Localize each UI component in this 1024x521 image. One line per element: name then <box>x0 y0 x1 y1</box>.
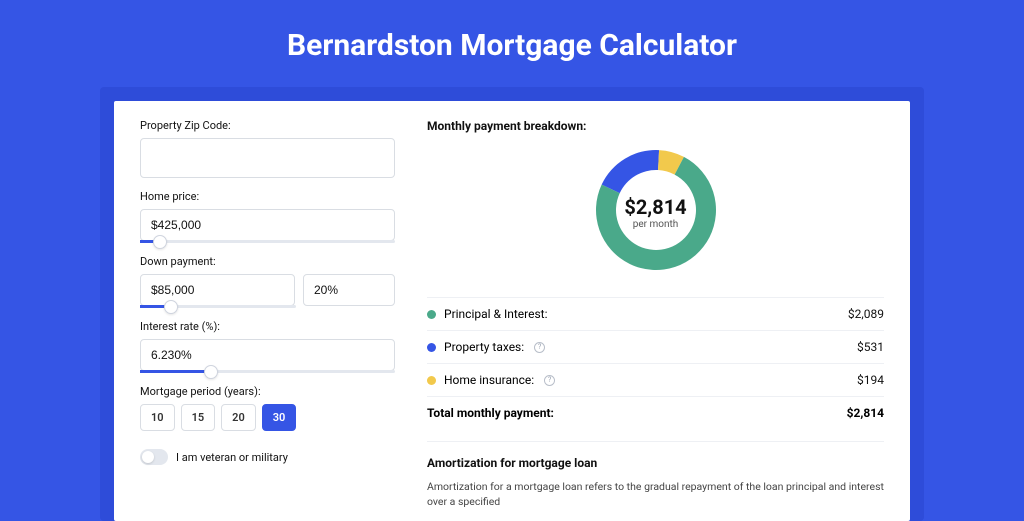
amortization-heading: Amortization for mortgage loan <box>427 456 884 470</box>
total-row: Total monthly payment: $2,814 <box>427 396 884 429</box>
interest-rate-label: Interest rate (%): <box>140 320 395 333</box>
interest-rate-field: Interest rate (%): <box>140 320 395 373</box>
home-price-field: Home price: <box>140 190 395 243</box>
mortgage-period-field: Mortgage period (years): 10152030 <box>140 385 395 431</box>
zip-label: Property Zip Code: <box>140 119 395 132</box>
info-icon[interactable]: ? <box>534 342 545 353</box>
mortgage-period-label: Mortgage period (years): <box>140 385 395 398</box>
legend-label: Property taxes: <box>444 340 524 354</box>
form-panel: Property Zip Code: Home price: Down paym… <box>140 119 395 521</box>
legend-dot-icon <box>427 376 436 385</box>
down-payment-input[interactable] <box>140 274 295 306</box>
mortgage-period-options: 10152030 <box>140 404 395 431</box>
total-label: Total monthly payment: <box>427 406 554 420</box>
down-payment-field: Down payment: <box>140 255 395 308</box>
period-option-10[interactable]: 10 <box>140 404 175 431</box>
breakdown-heading: Monthly payment breakdown: <box>427 119 884 133</box>
donut-chart: $2,814 per month <box>591 145 721 279</box>
legend-label: Principal & Interest: <box>444 307 548 321</box>
total-value: $2,814 <box>847 406 884 420</box>
page-title: Bernardston Mortgage Calculator <box>0 0 1024 87</box>
breakdown-panel: Monthly payment breakdown: $2,814 per mo… <box>395 119 884 521</box>
legend-value: $531 <box>857 340 884 354</box>
donut-value: $2,814 <box>624 195 686 219</box>
calculator-card: Property Zip Code: Home price: Down paym… <box>114 101 910 521</box>
donut-sub: per month <box>633 219 679 230</box>
down-payment-label: Down payment: <box>140 255 395 268</box>
interest-rate-input[interactable] <box>140 339 395 371</box>
legend-value: $2,089 <box>848 307 884 321</box>
legend-dot-icon <box>427 310 436 319</box>
zip-input[interactable] <box>140 138 395 178</box>
down-payment-slider[interactable] <box>140 305 296 308</box>
amortization-section: Amortization for mortgage loan Amortizat… <box>427 441 884 509</box>
legend-row: Principal & Interest: $2,089 <box>427 297 884 330</box>
home-price-slider-thumb[interactable] <box>153 235 167 249</box>
veteran-toggle[interactable] <box>140 449 168 465</box>
interest-rate-slider-fill <box>140 370 211 373</box>
legend-value: $194 <box>857 373 884 387</box>
legend-label: Home insurance: <box>444 373 534 387</box>
donut-center: $2,814 per month <box>591 145 721 279</box>
legend-dot-icon <box>427 343 436 352</box>
info-icon[interactable]: ? <box>544 375 555 386</box>
legend-row: Property taxes:? $531 <box>427 330 884 363</box>
home-price-slider[interactable] <box>140 240 395 243</box>
card-frame: Property Zip Code: Home price: Down paym… <box>100 87 924 521</box>
period-option-30[interactable]: 30 <box>262 404 297 431</box>
veteran-label: I am veteran or military <box>176 451 288 464</box>
legend-row: Home insurance:? $194 <box>427 363 884 396</box>
period-option-15[interactable]: 15 <box>181 404 216 431</box>
down-payment-pct-input[interactable] <box>303 274 395 306</box>
legend: Principal & Interest: $2,089 Property taxe… <box>427 297 884 396</box>
home-price-input[interactable] <box>140 209 395 241</box>
donut-chart-wrap: $2,814 per month <box>427 139 884 291</box>
interest-rate-slider-thumb[interactable] <box>204 365 218 379</box>
period-option-20[interactable]: 20 <box>221 404 256 431</box>
down-payment-slider-thumb[interactable] <box>164 300 178 314</box>
amortization-text: Amortization for a mortgage loan refers … <box>427 480 884 509</box>
home-price-label: Home price: <box>140 190 395 203</box>
veteran-row: I am veteran or military <box>140 449 395 465</box>
zip-field: Property Zip Code: <box>140 119 395 178</box>
interest-rate-slider[interactable] <box>140 370 395 373</box>
